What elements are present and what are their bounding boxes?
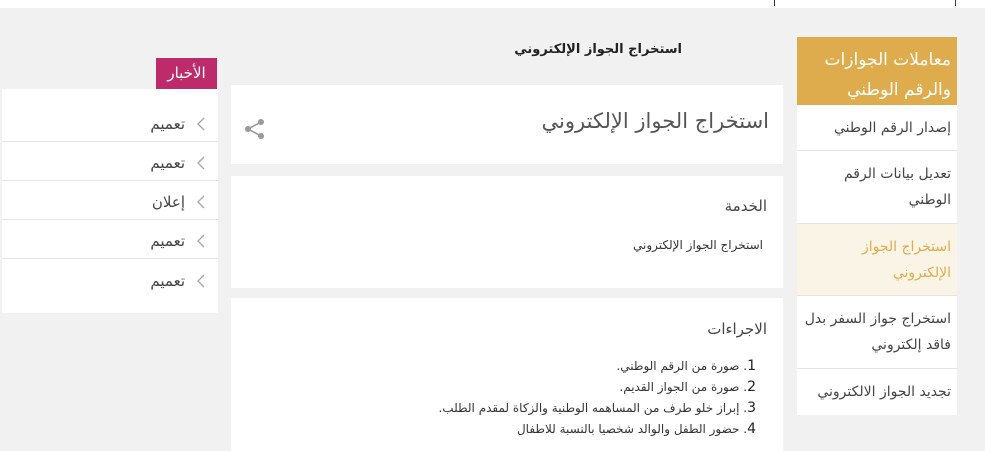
page-title-card: استخراج الجواز الإلكتروني — [231, 85, 783, 164]
top-bar — [0, 0, 985, 8]
chevron-left-icon — [197, 117, 205, 131]
news-item[interactable]: تعميم — [2, 142, 218, 181]
service-heading: الخدمة — [724, 197, 767, 215]
news-list: تعميم تعميم إعلان تعميم تعميم — [2, 89, 218, 313]
news-item[interactable]: تعميم — [2, 220, 218, 259]
sidebar-item-national-id-edit[interactable]: تعديل بيانات الرقم الوطني — [797, 151, 957, 224]
chevron-left-icon — [197, 274, 205, 288]
sidebar-item-national-id-issue[interactable]: إصدار الرقم الوطني — [797, 105, 957, 151]
list-item: 2. صورة من الجواز القديم. — [619, 379, 756, 395]
news-item-label: تعميم — [150, 154, 185, 172]
procedures-list: 1. صورة من الرقم الوطني. 2. صورة من الجو… — [438, 356, 756, 440]
news-tab[interactable]: الأخبار — [156, 58, 217, 89]
sidebar-item-e-passport[interactable]: استخراج الجواز الإلكتروني — [797, 224, 957, 296]
list-item: 1. صورة من الرقم الوطني. — [616, 358, 756, 374]
list-item: 4. حضور الطفل والوالد شخصيا بالنسبة للاط… — [516, 421, 756, 437]
list-item: 3. إبراز خلو طرف من المساهمه الوطنية وال… — [438, 400, 756, 416]
news-item-label: تعميم — [150, 232, 185, 250]
share-icon[interactable] — [244, 118, 266, 140]
news-item[interactable]: تعميم — [2, 259, 218, 298]
procedures-card: الاجراءات 1. صورة من الرقم الوطني. 2. صو… — [231, 298, 783, 451]
sidebar-heading: معاملات الجوازات والرقم الوطني — [797, 37, 957, 105]
news-item-label: إعلان — [151, 193, 185, 211]
news-item[interactable]: إعلان — [2, 181, 218, 220]
procedures-heading: الاجراءات — [707, 320, 767, 338]
top-divider — [774, 0, 775, 6]
news-item-label: تعميم — [150, 115, 185, 133]
chevron-left-icon — [197, 195, 205, 209]
chevron-left-icon — [197, 156, 205, 170]
sidebar-item-lost-passport[interactable]: استخراج جواز السفر بدل فاقد إلكتروني — [797, 296, 957, 369]
news-item-label: تعميم — [150, 272, 185, 290]
service-value: استخراج الجواز الإلكتروني — [633, 238, 763, 252]
services-sidebar: معاملات الجوازات والرقم الوطني إصدار الر… — [797, 37, 957, 415]
news-item[interactable]: تعميم — [2, 89, 218, 142]
page-title: استخراج الجواز الإلكتروني — [541, 109, 769, 133]
service-card: الخدمة استخراج الجواز الإلكتروني — [231, 176, 783, 288]
breadcrumb: استخراج الجواز الإلكتروني — [514, 42, 682, 57]
top-divider — [955, 0, 956, 6]
chevron-left-icon — [197, 234, 205, 248]
sidebar-item-renew-passport[interactable]: تجديد الجواز الالكتروني — [797, 369, 957, 415]
